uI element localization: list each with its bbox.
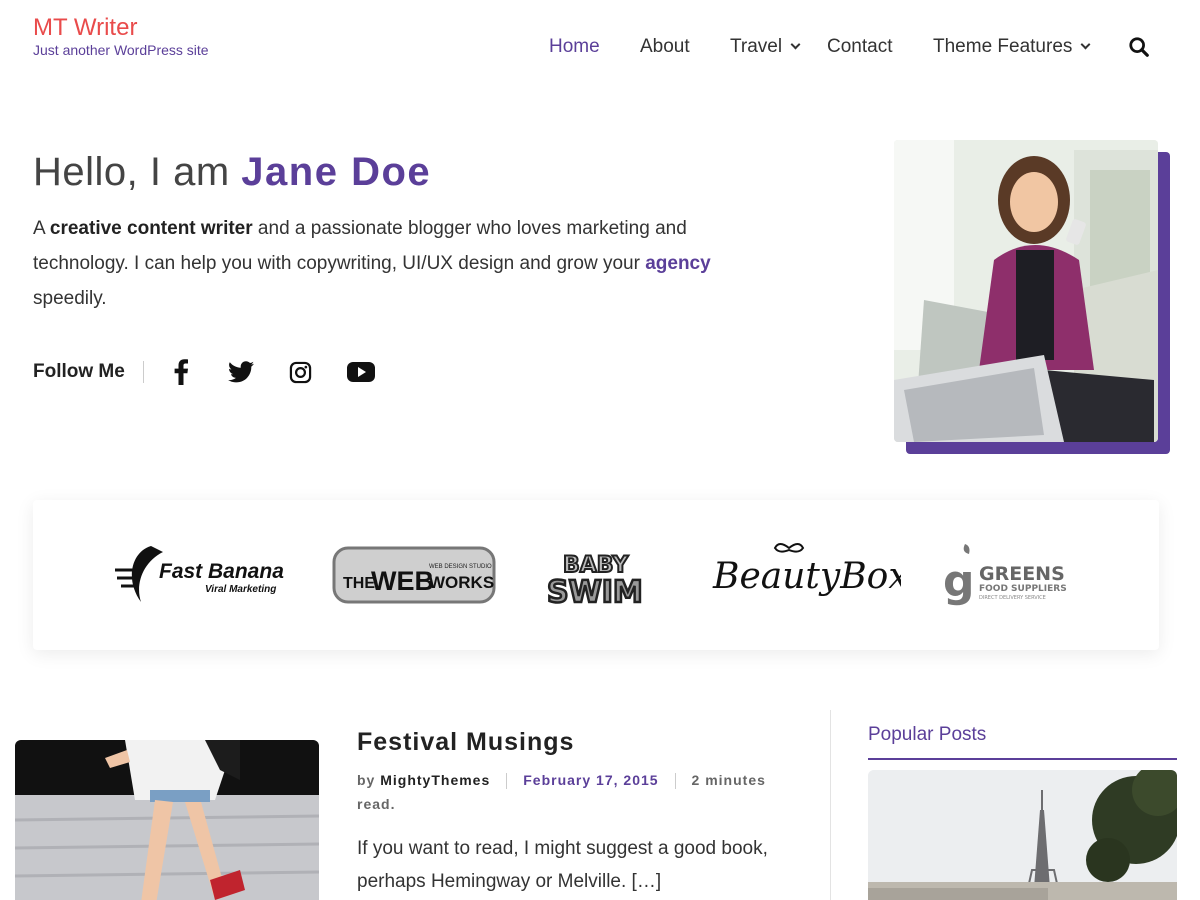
content-sidebar-divider <box>830 710 831 900</box>
follow-me: Follow Me <box>33 354 406 390</box>
greens-sub: FOOD SUPPLIERS <box>979 584 1067 594</box>
post-excerpt: If you want to read, I might suggest a g… <box>357 838 768 892</box>
post-date-link[interactable]: February 17, 2015 <box>523 772 658 788</box>
webworks-works: WORKS <box>429 573 494 592</box>
hero-greeting: Hello, I am <box>33 150 230 194</box>
client-logos: Fast Banana Viral Marketing THE WEB WORK… <box>33 500 1159 650</box>
post-thumbnail[interactable] <box>15 740 319 900</box>
nav-item-home[interactable]: Home <box>549 36 600 58</box>
widget-title-popular-posts: Popular Posts <box>868 724 987 745</box>
nav-item-theme-features[interactable]: Theme Features <box>933 36 1091 58</box>
agency-link[interactable]: agency <box>645 253 710 274</box>
follow-label: Follow Me <box>33 361 144 383</box>
hero-name: Jane Doe <box>241 150 432 194</box>
author-photo <box>894 140 1158 442</box>
meta-by: by <box>357 772 376 788</box>
beautybox-text: BeautyBox <box>712 556 901 597</box>
greens-g: g <box>943 556 975 607</box>
nav-label: Home <box>549 36 600 57</box>
webworks-web: WEB <box>371 566 434 596</box>
search-icon[interactable] <box>1128 36 1150 58</box>
youtube-icon[interactable] <box>346 357 376 387</box>
babyswim-bottom: SWIM <box>547 575 643 610</box>
logo-webworks: THE WEB WORKS WEB DESIGN STUDIO <box>331 540 497 610</box>
logo-fast-banana: Fast Banana Viral Marketing <box>113 540 285 610</box>
chevron-down-icon <box>790 39 801 50</box>
desc-bold: creative content writer <box>49 218 253 239</box>
fast-banana-text: Fast Banana <box>159 560 284 583</box>
nav-item-travel[interactable]: Travel <box>730 36 801 58</box>
widget-title-underline <box>868 758 1177 760</box>
main-nav: Home About Travel Contact Theme Features <box>0 36 1200 62</box>
logo-greens: g GREENS FOOD SUPPLIERS DIRECT DELIVERY … <box>943 540 1083 610</box>
facebook-icon[interactable] <box>166 357 196 387</box>
nav-label: Travel <box>730 36 783 57</box>
nav-label: Contact <box>827 36 893 57</box>
meta-separator <box>506 773 508 790</box>
twitter-icon[interactable] <box>226 357 256 387</box>
webworks-studio: WEB DESIGN STUDIO <box>429 564 492 570</box>
social-links <box>166 357 406 387</box>
nav-label: Theme Features <box>933 36 1073 57</box>
logo-beautybox: BeautyBox <box>711 540 901 610</box>
post-meta: by MightyThemes February 17, 2015 2 minute… <box>357 768 797 816</box>
instagram-icon[interactable] <box>286 357 316 387</box>
greens-small: DIRECT DELIVERY SERVICE <box>979 595 1046 601</box>
desc-text: A <box>33 218 50 239</box>
desc-text: speedily. <box>33 288 107 309</box>
nav-item-about[interactable]: About <box>640 36 690 58</box>
fast-banana-sub: Viral Marketing <box>205 584 276 595</box>
logo-babyswim: BABY SWIM <box>543 540 669 610</box>
meta-separator <box>674 773 676 790</box>
nav-label: About <box>640 36 690 57</box>
hero-heading: Hello, I am Jane Doe <box>33 150 431 195</box>
popular-post-thumbnail[interactable] <box>868 770 1177 900</box>
post-author-link[interactable]: MightyThemes <box>380 772 490 788</box>
nav-item-contact[interactable]: Contact <box>827 36 892 58</box>
chevron-down-icon <box>1080 39 1091 50</box>
hero-description: A creative content writer and a passiona… <box>33 211 753 316</box>
post-title[interactable]: Festival Musings <box>357 728 574 757</box>
greens-main: GREENS <box>979 563 1065 585</box>
